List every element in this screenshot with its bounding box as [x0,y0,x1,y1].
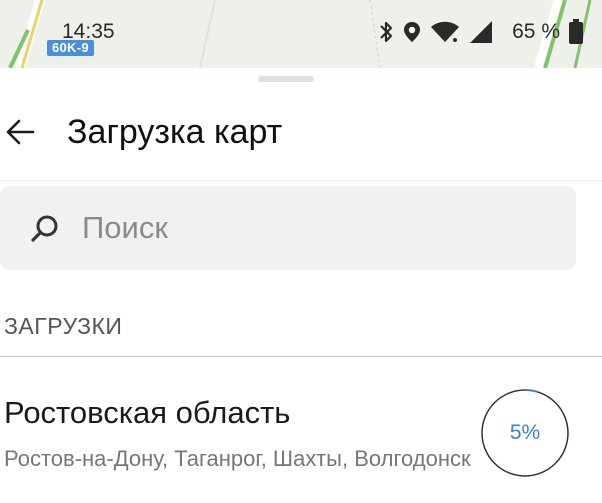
download-item[interactable]: Ростовская область Ростов-на-Дону, Таган… [0,364,602,503]
search-icon [31,215,58,242]
arrow-left-icon [6,119,35,145]
download-item-subtitle: Ростов-на-Дону, Таганрог, Шахты, Волгодо… [4,446,471,471]
header: Загрузка карт [0,98,602,170]
battery-icon [569,19,583,44]
map-downloads-sheet: Загрузка карт Поиск ЗАГРУЗКИ Ростовская … [0,68,602,503]
header-divider [0,180,602,181]
download-progress-button[interactable]: 5% [480,388,570,478]
download-progress-label: 5% [509,421,541,444]
back-button[interactable] [0,112,40,152]
status-icons: 65 % [378,18,584,46]
bluetooth-icon [380,21,393,43]
download-item-title: Ростовская область [4,395,291,430]
status-time: 14:35 [62,20,115,43]
wifi-icon [431,21,460,42]
search-placeholder: Поиск [82,210,168,245]
cell-signal-icon [470,21,493,43]
search-input[interactable]: Поиск [0,186,576,270]
sheet-drag-handle[interactable] [258,76,314,82]
section-label-downloads: ЗАГРУЗКИ [4,313,123,339]
location-icon [404,22,421,42]
page-title: Загрузка карт [67,113,283,151]
section-divider [0,356,602,357]
battery-percent: 65 % [512,20,560,43]
